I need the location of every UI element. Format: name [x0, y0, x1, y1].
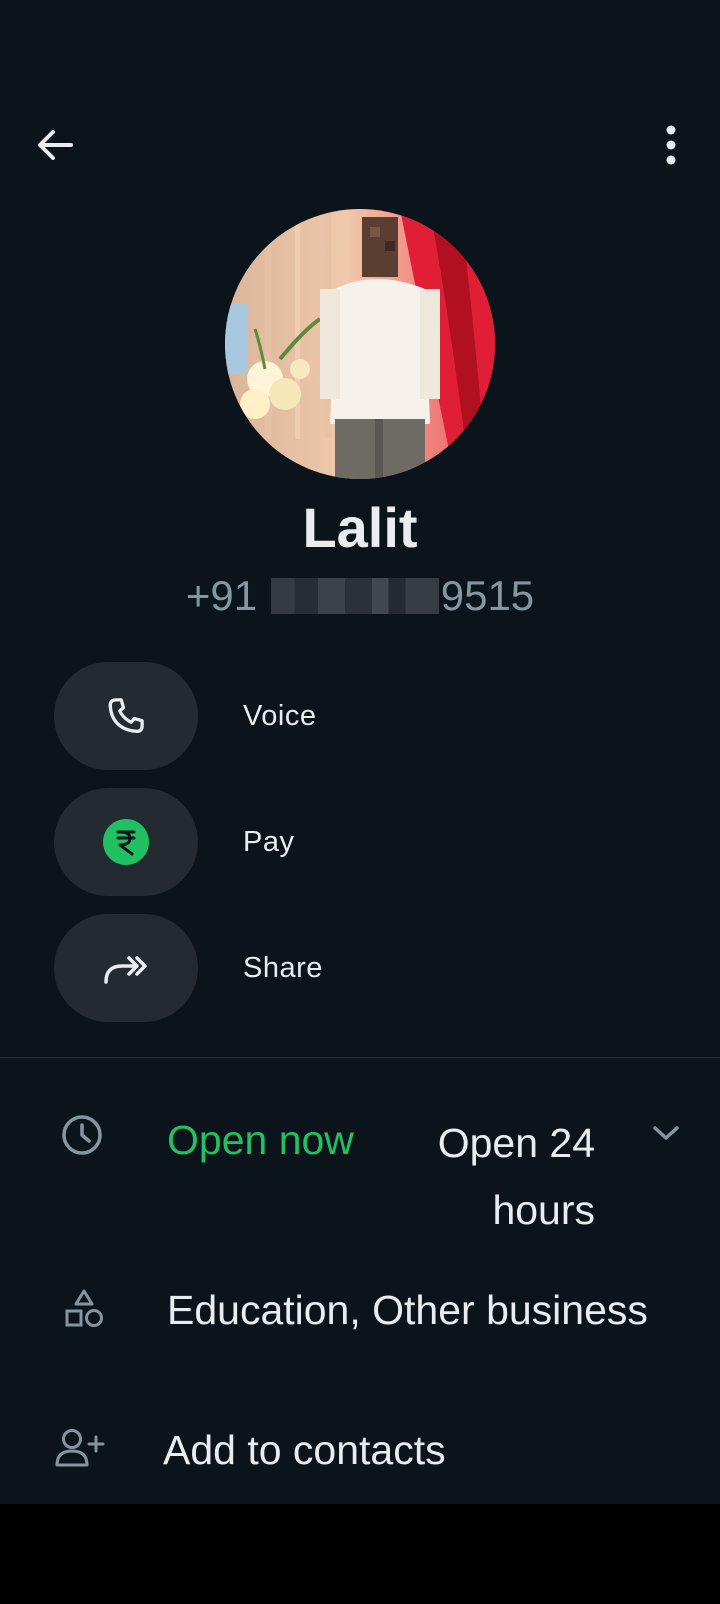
rupee-icon	[103, 819, 149, 865]
profile-photo[interactable]	[225, 209, 495, 479]
system-navigation-bar	[0, 1504, 720, 1604]
voice-label: Voice	[243, 699, 317, 732]
phone-prefix: +91	[185, 572, 258, 619]
business-category: Education, Other business	[167, 1287, 648, 1333]
voice-call-action[interactable]: Voice	[54, 662, 674, 770]
share-action[interactable]: Share	[54, 914, 674, 1022]
pay-label: Pay	[243, 825, 295, 858]
category-shapes-icon	[62, 1287, 106, 1331]
expand-hours-button[interactable]	[648, 1115, 684, 1151]
share-button[interactable]	[54, 914, 198, 1022]
add-to-contacts-label: Add to contacts	[163, 1427, 446, 1473]
voice-call-button[interactable]	[54, 662, 198, 770]
contact-name: Lalit	[302, 496, 418, 559]
contact-phone: +91 9515	[0, 570, 720, 622]
clock-icon	[60, 1113, 104, 1157]
phone-icon	[108, 698, 144, 734]
more-vertical-icon	[666, 125, 676, 165]
pay-action[interactable]: Pay	[54, 788, 674, 896]
arrow-left-icon	[38, 130, 73, 160]
person-add-icon	[54, 1426, 106, 1470]
more-options-button[interactable]	[646, 120, 696, 170]
section-divider	[0, 1057, 720, 1058]
share-label: Share	[243, 951, 323, 984]
hours-status: Open now	[167, 1117, 354, 1163]
phone-suffix: 9515	[440, 572, 535, 619]
hours-detail: Open 24 hours	[437, 1120, 595, 1233]
profile-photo-image	[225, 209, 495, 479]
add-to-contacts-row[interactable]: Add to contacts	[50, 1410, 690, 1490]
phone-redacted-digits	[270, 578, 439, 614]
pay-button[interactable]	[54, 788, 198, 896]
contact-info-screen: Lalit +91 9515 Voice Pay Share Open now …	[0, 0, 720, 1504]
back-button[interactable]	[30, 120, 80, 170]
share-forward-icon	[104, 956, 147, 984]
chevron-down-icon	[653, 1126, 679, 1140]
